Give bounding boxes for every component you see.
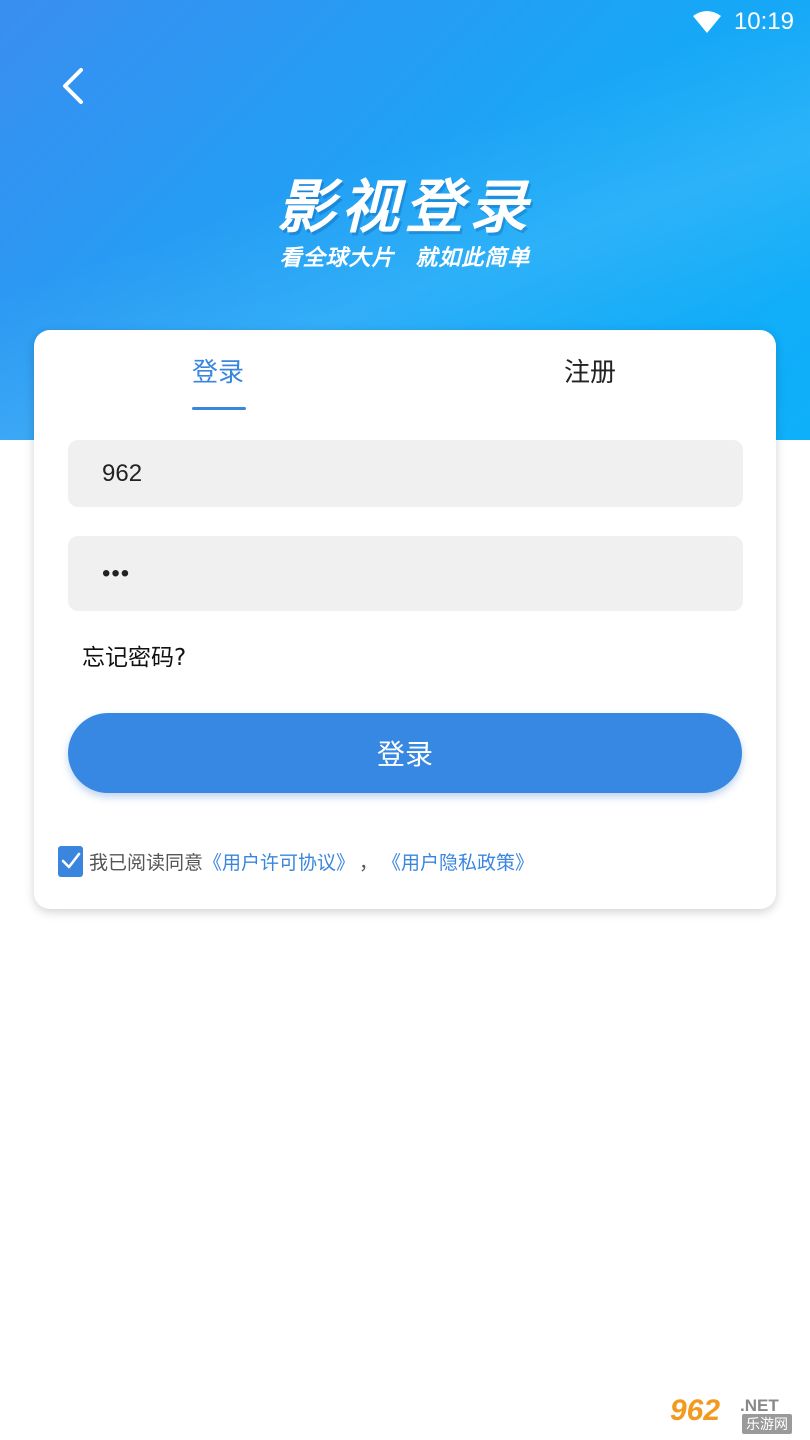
wifi-icon (692, 11, 721, 33)
watermark-tag: 乐游网 (742, 1414, 792, 1434)
watermark-net: .NET (740, 1396, 779, 1415)
agreement-separator: ， (359, 851, 379, 874)
login-button-label: 登录 (376, 738, 433, 771)
watermark-number: 962 (670, 1394, 721, 1427)
password-value: ••• (102, 559, 131, 587)
hero-title: 影视登录 (276, 173, 533, 241)
login-card: 登录 注册 962 ••• 忘记密码? 登录 我已阅读同意 《用户许可协议》 ，… (34, 330, 776, 909)
site-watermark: 962 .NET 乐游网 (670, 1394, 804, 1434)
tab-active-indicator (192, 407, 246, 410)
username-input[interactable]: 962 (68, 440, 743, 507)
tab-login[interactable]: 登录 (192, 352, 244, 389)
username-value: 962 (102, 459, 143, 487)
hero-subtitle: 看全球大片 就如此简单 (279, 246, 531, 271)
forgot-password-link[interactable]: 忘记密码? (82, 638, 186, 672)
back-button[interactable] (52, 62, 94, 110)
tab-register[interactable]: 注册 (564, 352, 616, 389)
agreement-checkbox[interactable] (58, 845, 83, 877)
password-input[interactable]: ••• (68, 536, 743, 611)
tab-bar: 登录 注册 (34, 330, 776, 412)
privacy-policy-link[interactable]: 《用户隐私政策》 (382, 848, 534, 875)
chevron-left-icon (63, 68, 83, 104)
status-time: 10:19 (733, 8, 794, 35)
login-button[interactable]: 登录 (68, 713, 742, 793)
checkmark-icon (61, 852, 80, 869)
agreement-prefix: 我已阅读同意 (89, 851, 204, 874)
agreement-row: 我已阅读同意 《用户许可协议》 ， 《用户隐私政策》 (58, 844, 534, 878)
user-agreement-link[interactable]: 《用户许可协议》 (203, 848, 355, 875)
status-bar: 10:19 (692, 6, 794, 38)
